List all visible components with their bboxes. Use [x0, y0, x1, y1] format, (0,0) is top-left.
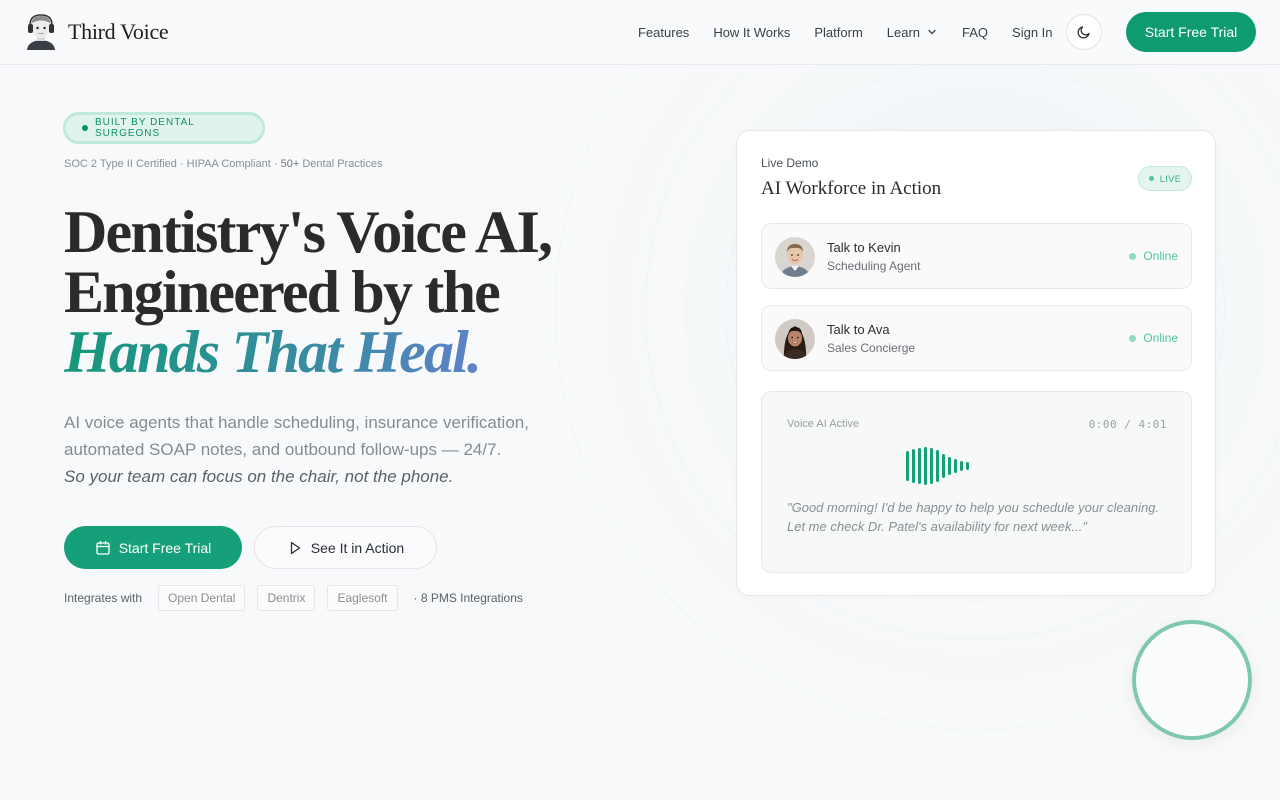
- nav-label: Sign In: [1012, 24, 1053, 40]
- built-by-badge: BUILT BY DENTAL SURGEONS: [63, 112, 265, 144]
- certifications-line: SOC 2 Type II Certified · HIPAA Complian…: [64, 158, 382, 170]
- agent-status-label: Online: [1143, 331, 1178, 345]
- live-badge: LIVE: [1138, 166, 1192, 191]
- theme-toggle-button[interactable]: [1066, 14, 1102, 50]
- voice-status-label: Voice AI Active: [787, 418, 860, 430]
- nav-item-sign-in[interactable]: Sign In: [1012, 25, 1052, 40]
- main-nav: Features How It Works Platform Learn FAQ…: [638, 0, 1077, 64]
- headline-line-2: Engineered by the: [64, 259, 501, 325]
- wave-bar: [930, 448, 933, 484]
- agent-status: Online: [1129, 331, 1178, 345]
- integrations-label: Integrates with: [64, 591, 143, 605]
- integration-chip-dentrix[interactable]: Dentrix: [257, 585, 316, 611]
- certs-highlight: 50+: [280, 158, 300, 170]
- online-dot: [1129, 334, 1137, 342]
- moon-icon: [1077, 26, 1090, 39]
- site-header: Third Voice Features How It Works Platfo…: [0, 0, 1280, 65]
- live-dot: [1148, 176, 1154, 181]
- start-trial-label: Start Free Trial: [118, 539, 212, 556]
- hero-subtext-italic: So your team can focus on the chair, not…: [64, 467, 454, 486]
- start-free-trial-button[interactable]: Start Free Trial: [64, 526, 242, 569]
- nav-label: FAQ: [962, 24, 989, 40]
- badge-label: BUILT BY DENTAL SURGEONS: [94, 117, 195, 139]
- wave-bar: [948, 457, 951, 475]
- chevron-down-icon: [928, 29, 936, 35]
- wave-bar: [906, 451, 909, 481]
- live-demo-card: Live Demo AI Workforce in Action LIVE Ta…: [736, 130, 1216, 596]
- nav-label: How It Works: [713, 24, 791, 40]
- wave-bar: [924, 447, 927, 485]
- live-label: LIVE: [1159, 173, 1182, 184]
- nav-item-platform[interactable]: Platform: [814, 25, 862, 40]
- online-dot: [1129, 252, 1137, 260]
- nav-item-features[interactable]: Features: [638, 25, 689, 40]
- agent-role: Scheduling Agent: [827, 259, 921, 273]
- demo-title: AI Workforce in Action: [761, 178, 942, 199]
- brand-name: Third Voice: [68, 19, 169, 44]
- play-icon: [290, 541, 300, 554]
- wave-bar: [954, 459, 957, 473]
- headline-accent: Hands That Heal.: [64, 322, 684, 382]
- agent-card-kevin[interactable]: Talk to Kevin Scheduling Agent Online: [761, 223, 1192, 289]
- agent-card-ava[interactable]: Talk to Ava Sales Concierge Online: [761, 305, 1192, 371]
- agent-role: Sales Concierge: [827, 341, 916, 355]
- nav-label: Features: [638, 24, 690, 40]
- voice-timer: 0:00 / 4:01: [1088, 418, 1167, 431]
- nav-item-learn[interactable]: Learn: [887, 25, 938, 40]
- headline-line-1: Dentistry's Voice AI,: [64, 199, 553, 265]
- nav-label: Platform: [814, 24, 863, 40]
- wave-bar: [966, 462, 969, 470]
- hero-headline: Dentistry's Voice AI, Engineered by the …: [64, 202, 684, 382]
- transcript-quote: "Good morning! I'd be happy to help you …: [787, 500, 1160, 534]
- integrations-row: Integrates with Open Dental Dentrix Eagl…: [64, 585, 523, 611]
- badge-dot: [82, 125, 88, 131]
- header-start-trial-button[interactable]: Start Free Trial: [1126, 12, 1256, 52]
- integration-chip-eaglesoft[interactable]: Eaglesoft: [327, 585, 398, 611]
- wave-bar: [942, 454, 945, 478]
- robot-avatar-icon: [27, 14, 55, 50]
- certs-suffix: Dental Practices: [299, 158, 383, 170]
- certs-prefix: SOC 2 Type II Certified · HIPAA Complian…: [64, 158, 281, 170]
- calendar-icon: [96, 540, 110, 555]
- agent-name: Talk to Kevin: [827, 240, 901, 255]
- kevin-avatar: [775, 237, 815, 277]
- hero-subtext: AI voice agents that handle scheduling, …: [64, 413, 529, 459]
- demo-kicker: Live Demo: [761, 156, 819, 170]
- integrations-more: · 8 PMS Integrations: [413, 591, 523, 605]
- wave-bar: [918, 448, 921, 484]
- agent-name: Talk to Ava: [827, 322, 890, 337]
- audio-waveform: [906, 447, 976, 485]
- ava-avatar: [775, 319, 815, 359]
- integration-chip-open-dental[interactable]: Open Dental: [158, 585, 246, 611]
- wave-bar: [960, 461, 963, 471]
- voice-ai-panel: Voice AI Active 0:00 / 4:01 "Good mornin…: [761, 391, 1192, 573]
- floating-voice-button[interactable]: [1132, 620, 1252, 740]
- brand-logo[interactable]: Third Voice: [24, 14, 169, 50]
- agent-status: Online: [1129, 249, 1178, 263]
- see-in-action-label: See It in Action: [310, 539, 405, 556]
- nav-label: Learn: [886, 24, 921, 40]
- nav-item-faq[interactable]: FAQ: [962, 25, 988, 40]
- wave-bar: [936, 450, 939, 482]
- see-it-in-action-button[interactable]: See It in Action: [254, 526, 437, 569]
- nav-item-how-it-works[interactable]: How It Works: [713, 25, 790, 40]
- agent-status-label: Online: [1143, 249, 1178, 263]
- wave-bar: [912, 449, 915, 483]
